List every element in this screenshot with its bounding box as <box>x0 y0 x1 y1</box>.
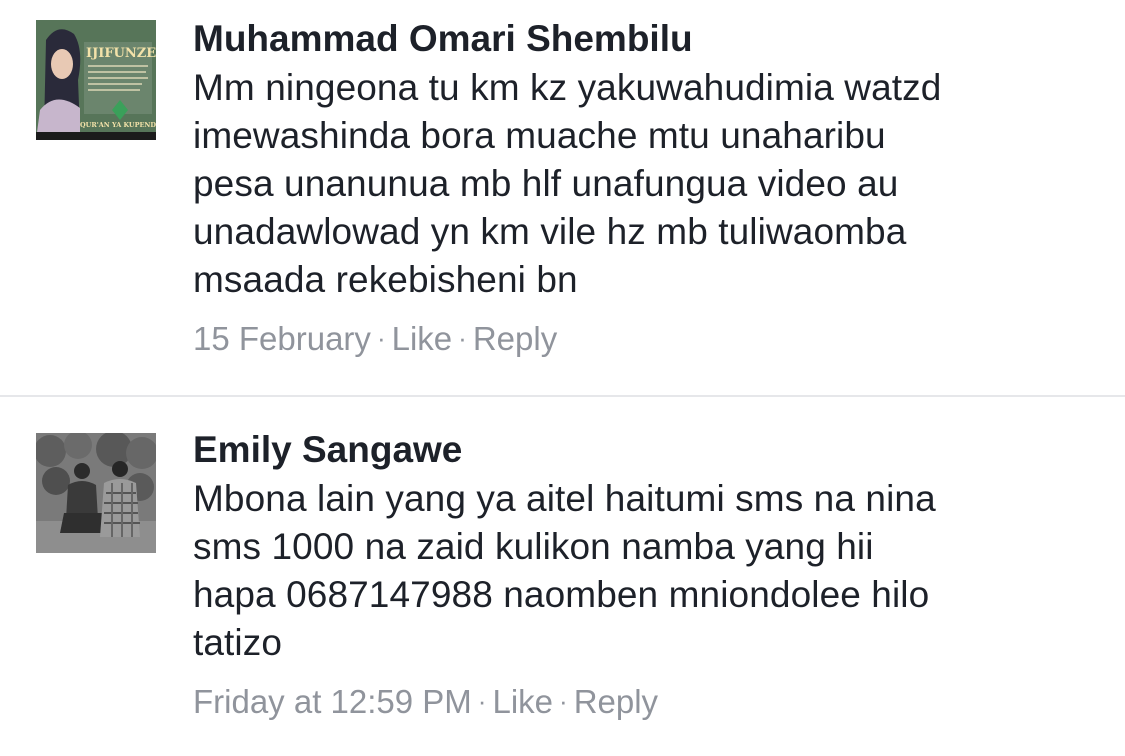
comment-meta: Friday at 12:59 PM · Like · Reply <box>193 681 1095 722</box>
comment-text: Mm ningeona tu km kz yakuwahudimia watzd… <box>193 67 942 300</box>
separator-dot: · <box>376 323 386 353</box>
comment-meta: 15 February · Like · Reply <box>193 318 1095 359</box>
commenter-avatar[interactable]: IJIFUNZE QUR'AN YA KUPENDEZA <box>36 20 156 140</box>
comment-2: Emily Sangawe Mbona lain yang ya aitel h… <box>0 397 1125 756</box>
avatar-title-text: IJIFUNZE <box>86 46 156 61</box>
comment-content: Muhammad Omari Shembilu Mm ningeona tu k… <box>193 14 1095 359</box>
comment-1: IJIFUNZE QUR'AN YA KUPENDEZA Muhammad Om… <box>0 0 1125 396</box>
reply-button[interactable]: Reply <box>473 320 557 357</box>
like-button[interactable]: Like <box>492 683 553 720</box>
like-button[interactable]: Like <box>392 320 453 357</box>
separator-dot: · <box>458 323 467 353</box>
comment-content: Emily Sangawe Mbona lain yang ya aitel h… <box>193 425 1095 722</box>
comment-author[interactable]: Muhammad Omari Shembilu <box>193 14 1095 64</box>
commenter-avatar[interactable] <box>36 433 156 553</box>
avatar-photo-icon <box>36 433 156 553</box>
separator-dot: · <box>477 686 487 716</box>
separator-dot: · <box>559 686 568 716</box>
reply-button[interactable]: Reply <box>574 683 658 720</box>
comment-text: Mbona lain yang ya aitel haitumi sms na … <box>193 478 936 663</box>
comment-author[interactable]: Emily Sangawe <box>193 425 1095 475</box>
avatar-footer-text: QUR'AN YA KUPENDEZA <box>80 121 156 129</box>
comment-timestamp[interactable]: 15 February <box>193 320 371 357</box>
comment-timestamp[interactable]: Friday at 12:59 PM <box>193 683 472 720</box>
